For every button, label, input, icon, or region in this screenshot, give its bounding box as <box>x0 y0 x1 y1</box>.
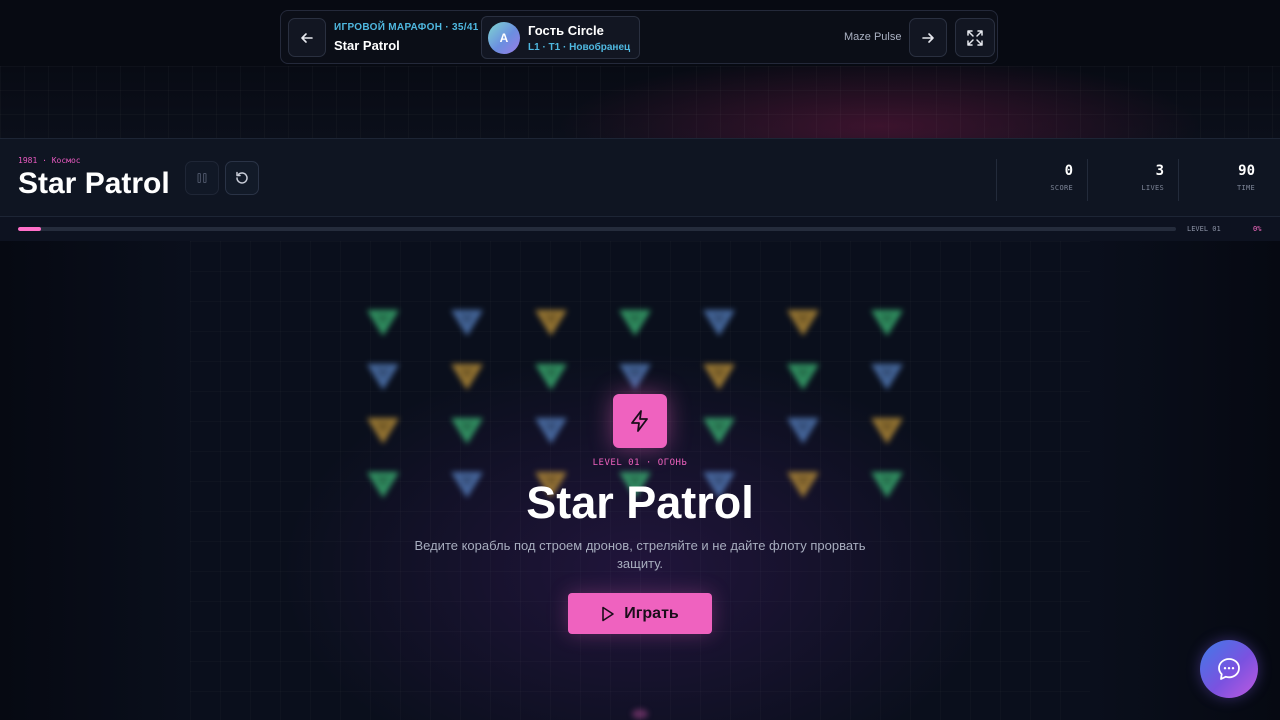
game-title: Star Patrol <box>18 167 170 200</box>
pause-button[interactable] <box>185 161 219 195</box>
progress-track <box>18 227 1176 231</box>
level-label: LEVEL 01 <box>1187 225 1221 233</box>
current-game-title: Star Patrol <box>334 38 400 53</box>
level-tag: LEVEL 01 · ОГОНЬ <box>592 458 688 468</box>
drone-green <box>533 360 569 394</box>
game-header: 1981 · Космос Star Patrol 0 SCORE 3 LIVE… <box>0 138 1280 217</box>
arrow-left-icon <box>301 32 313 43</box>
score-label: SCORE <box>1050 184 1073 192</box>
drone-gold <box>701 360 737 394</box>
player-ship <box>632 709 648 719</box>
drone-gold <box>365 414 401 448</box>
drone-green <box>785 360 821 394</box>
game-description: Ведите корабль под строем дронов, стреля… <box>414 538 866 571</box>
chat-button[interactable] <box>1200 640 1258 698</box>
drone-gold <box>449 360 485 394</box>
drone-gold <box>869 414 905 448</box>
marathon-progress-label: ИГРОВОЙ МАРАФОН · 35/41 <box>334 22 479 33</box>
marathon-navbar: ИГРОВОЙ МАРАФОН · 35/41 Star Patrol A Го… <box>280 10 998 64</box>
lightning-icon <box>631 410 648 432</box>
drone-gold <box>533 306 569 340</box>
restart-icon <box>236 171 248 184</box>
drone-blue <box>365 360 401 394</box>
back-button[interactable] <box>288 18 326 57</box>
lives-value: 3 <box>1155 163 1164 179</box>
play-button-label: Играть <box>624 604 679 622</box>
game-meta: 1981 · Космос <box>18 156 81 165</box>
player-name: Гость Circle <box>528 23 604 38</box>
drone-blue <box>533 414 569 448</box>
drone-blue <box>449 306 485 340</box>
chat-bubble-icon <box>1218 658 1240 680</box>
drone-green <box>701 414 737 448</box>
pause-icon <box>197 173 207 183</box>
time-stat: 90 TIME <box>1178 159 1269 201</box>
drone-green <box>365 306 401 340</box>
top-background <box>0 66 1280 138</box>
drone-gold <box>785 306 821 340</box>
player-rank: L1 · T1 · Новобранец <box>528 42 631 53</box>
drone-blue <box>701 306 737 340</box>
lives-stat: 3 LIVES <box>1087 159 1178 201</box>
next-game-label: Maze Pulse <box>844 31 902 43</box>
level-progress: LEVEL 01 0% <box>0 217 1280 242</box>
progress-fill <box>18 227 42 231</box>
time-label: TIME <box>1236 184 1255 192</box>
expand-icon <box>967 29 983 46</box>
score-value: 0 <box>1064 163 1073 179</box>
time-value: 90 <box>1238 163 1255 179</box>
game-area[interactable]: LEVEL 01 · ОГОНЬ Star Patrol Ведите кора… <box>0 241 1280 720</box>
arrow-right-icon <box>922 32 934 43</box>
play-button[interactable]: Играть <box>568 593 712 634</box>
drone-blue <box>617 360 653 394</box>
drone-green <box>449 414 485 448</box>
avatar: A <box>488 22 520 54</box>
lives-label: LIVES <box>1141 184 1164 192</box>
next-game-button[interactable] <box>909 18 947 57</box>
score-stat: 0 SCORE <box>996 159 1087 201</box>
start-title: Star Patrol <box>526 477 754 528</box>
restart-button[interactable] <box>225 161 259 195</box>
drone-green <box>617 306 653 340</box>
level-badge <box>613 394 667 448</box>
percent-label: 0% <box>1253 225 1262 233</box>
player-card[interactable]: A Гость Circle L1 · T1 · Новобранец <box>481 16 640 59</box>
play-icon <box>602 606 615 621</box>
drone-green <box>869 306 905 340</box>
drone-blue <box>785 414 821 448</box>
fullscreen-button[interactable] <box>955 18 995 57</box>
drone-blue <box>869 360 905 394</box>
